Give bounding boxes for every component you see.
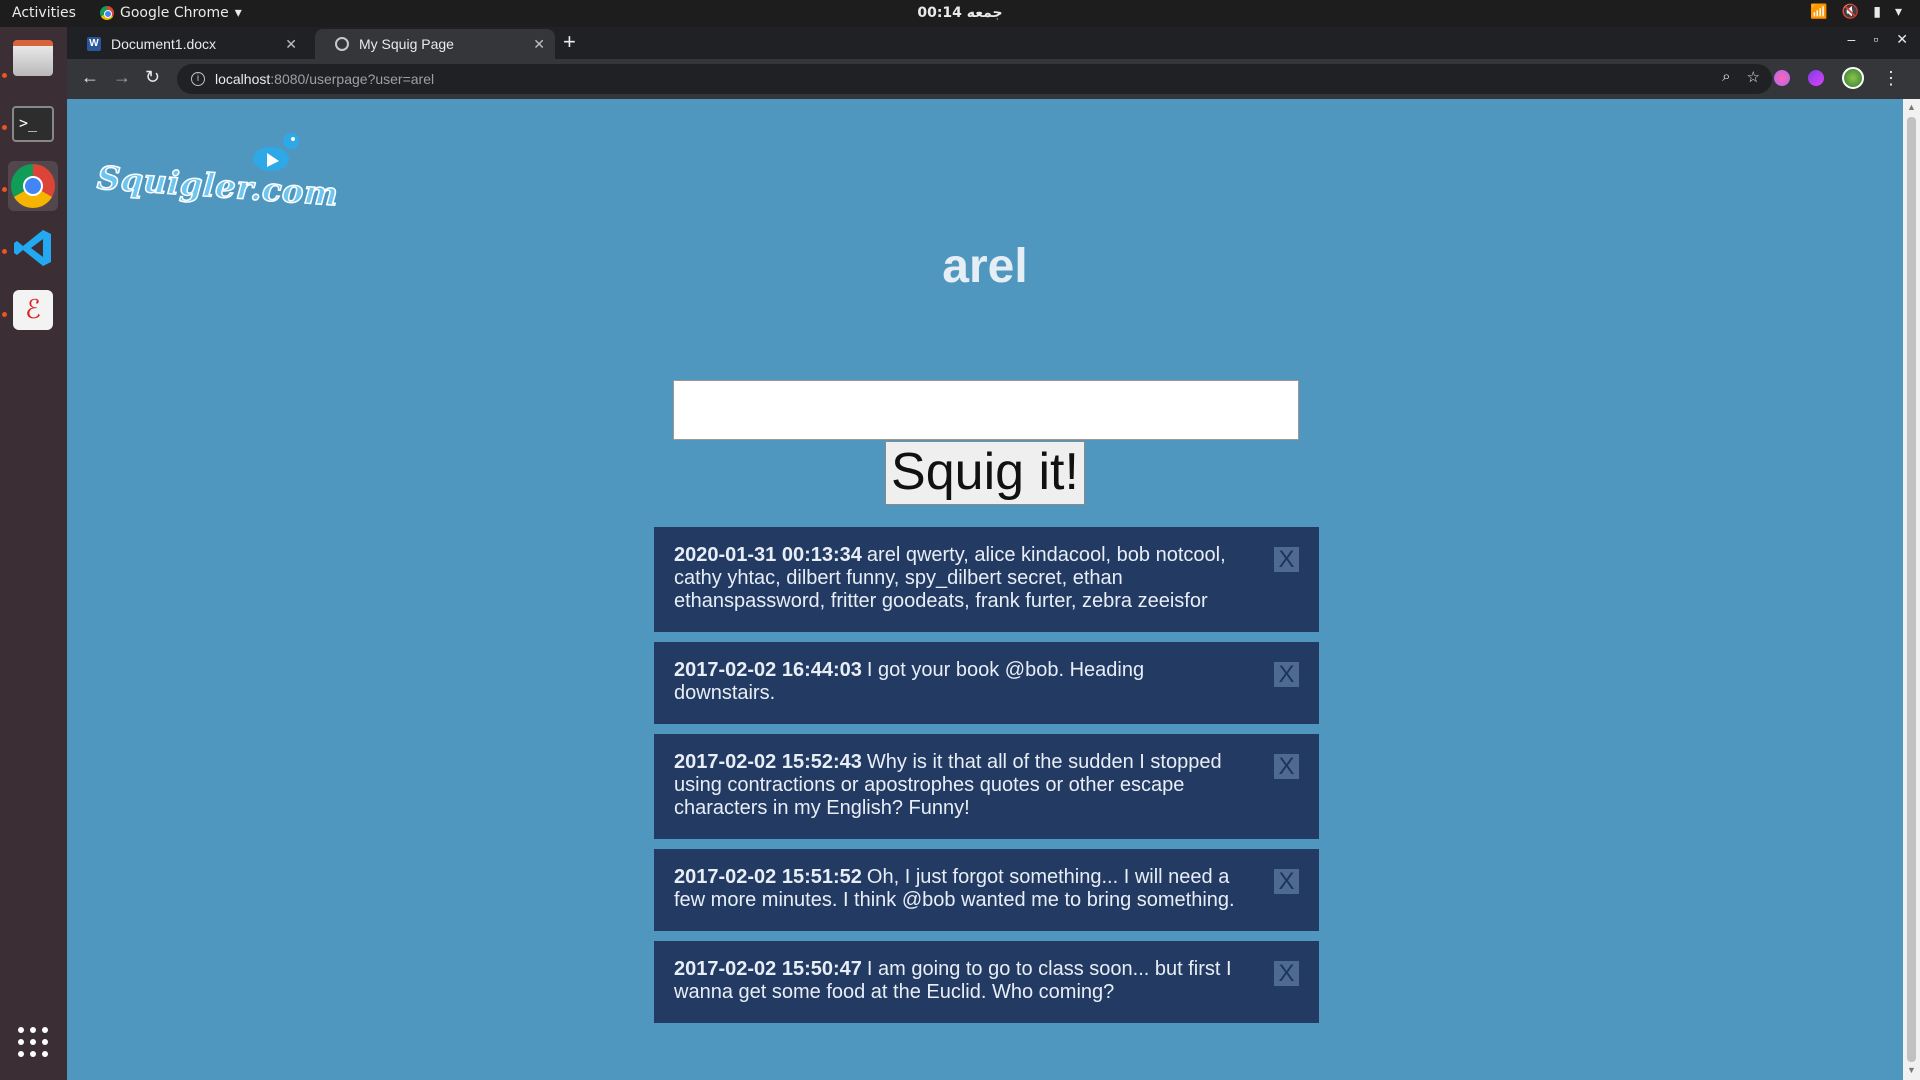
squig-post: 2017-02-02 15:50:47 I am going to go to c… (654, 941, 1319, 1023)
system-top-bar: Activities Google Chrome ▾ 00:14 جمعه 📶 … (0, 0, 1920, 27)
post-timestamp: 2017-02-02 15:51:52 (674, 866, 862, 888)
volume-icon: 🔇 (1841, 4, 1860, 20)
tab-title: Document1.docx (111, 36, 217, 52)
post-timestamp: 2020-01-31 00:13:34 (674, 544, 862, 566)
reload-icon[interactable]: ↻ (145, 67, 160, 88)
dock-files[interactable] (8, 33, 58, 83)
url-path: :8080/userpage?user=arel (270, 71, 435, 87)
post-timestamp: 2017-02-02 15:50:47 (674, 958, 862, 980)
close-icon[interactable]: ✕ (533, 36, 545, 53)
tab-strip: W Document1.docx ✕ My Squig Page ✕ + – ▫… (67, 27, 1920, 59)
caret-down-icon: ▾ (1894, 4, 1902, 20)
system-tray[interactable]: 📶 🔇 ▮ ▾ (1810, 4, 1902, 20)
tab-squig-page[interactable]: My Squig Page ✕ (315, 29, 555, 59)
running-indicator (2, 187, 7, 192)
post-timestamp: 2017-02-02 16:44:03 (674, 659, 862, 681)
browser-toolbar: ← → ↻ i localhost :8080/userpage?user=ar… (67, 59, 1920, 99)
squig-feed: 2020-01-31 00:13:34 arel qwerty, alice ki… (654, 527, 1319, 1033)
page-title: arel (942, 240, 1028, 293)
close-icon[interactable]: ✕ (285, 36, 297, 53)
terminal-icon: >_ (12, 106, 54, 142)
activities-button[interactable]: Activities (12, 5, 76, 21)
wifi-icon: 📶 (1810, 4, 1828, 20)
clock[interactable]: 00:14 جمعه (0, 5, 1920, 21)
post-timestamp: 2017-02-02 15:52:43 (674, 751, 862, 773)
minimize-icon[interactable]: – (1848, 31, 1856, 48)
info-icon[interactable]: i (191, 72, 205, 86)
battery-icon: ▮ (1873, 4, 1881, 20)
chrome-icon (100, 6, 114, 20)
squig-post: 2017-02-02 16:44:03 I got your book @bob.… (654, 642, 1319, 724)
window-controls: – ▫ ✕ (1848, 31, 1909, 48)
files-icon (13, 40, 53, 76)
extension-icon[interactable] (1774, 70, 1790, 86)
back-icon[interactable]: ← (81, 67, 99, 88)
new-tab-button[interactable]: + (563, 29, 576, 55)
running-indicator (2, 73, 7, 78)
zoom-icon[interactable]: ⌕ (1722, 68, 1730, 86)
delete-button[interactable]: X (1274, 754, 1299, 779)
site-logo[interactable]: Squigler.com (95, 127, 340, 217)
chrome-icon (11, 164, 55, 208)
extension-icon[interactable] (1808, 70, 1824, 86)
dock-chrome[interactable] (8, 161, 58, 211)
scroll-up-icon[interactable]: ▲ (1907, 102, 1916, 112)
address-bar[interactable]: i localhost :8080/userpage?user=arel ⌕ ☆ (177, 64, 1772, 94)
menu-icon[interactable]: ⋮ (1882, 68, 1900, 89)
evince-icon: ℰ (13, 290, 53, 330)
page-scrollbar[interactable]: ▲ ▼ (1903, 99, 1920, 1080)
vscode-icon (14, 230, 51, 266)
scroll-down-icon[interactable]: ▼ (1907, 1065, 1916, 1075)
running-indicator (2, 312, 7, 317)
squig-post: 2017-02-02 15:52:43 Why is it that all of… (654, 734, 1319, 839)
squig-post: 2017-02-02 15:51:52 Oh, I just forgot som… (654, 849, 1319, 931)
tab-title: My Squig Page (359, 36, 454, 52)
show-applications-icon[interactable] (18, 1027, 48, 1057)
word-icon: W (87, 37, 101, 51)
delete-button[interactable]: X (1274, 547, 1299, 572)
delete-button[interactable]: X (1274, 662, 1299, 687)
running-indicator (2, 125, 7, 130)
scrollbar-thumb[interactable] (1907, 117, 1916, 1062)
app-menu-label: Google Chrome (120, 5, 229, 21)
caret-down-icon: ▾ (234, 5, 242, 21)
tab-document[interactable]: W Document1.docx ✕ (67, 29, 307, 59)
dock-app[interactable]: ℰ (8, 285, 58, 335)
delete-button[interactable]: X (1274, 869, 1299, 894)
app-menu[interactable]: Google Chrome ▾ (100, 5, 242, 21)
close-window-icon[interactable]: ✕ (1896, 31, 1908, 48)
squig-input[interactable] (673, 380, 1299, 440)
profile-avatar[interactable] (1842, 67, 1864, 89)
running-indicator (2, 249, 7, 254)
maximize-icon[interactable]: ▫ (1873, 31, 1878, 48)
dock: >_ ℰ (0, 27, 67, 1080)
dock-vscode[interactable] (8, 223, 58, 273)
dock-terminal[interactable]: >_ (8, 99, 58, 149)
forward-icon[interactable]: → (113, 67, 131, 88)
delete-button[interactable]: X (1274, 961, 1299, 986)
star-icon[interactable]: ☆ (1747, 68, 1760, 86)
page-viewport: Squigler.com arel Squig it! 2020-01-31 0… (67, 99, 1903, 1080)
globe-icon (335, 37, 349, 51)
squig-it-button[interactable]: Squig it! (885, 441, 1085, 505)
url-host: localhost (215, 71, 271, 87)
squig-post: 2020-01-31 00:13:34 arel qwerty, alice ki… (654, 527, 1319, 632)
